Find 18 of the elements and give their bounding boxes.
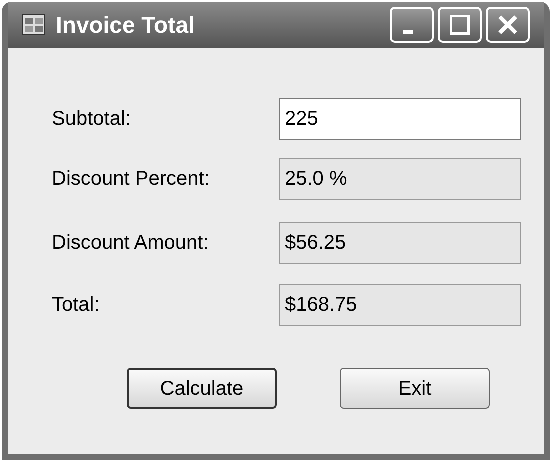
text-field[interactable]: 25.0 %: [279, 158, 521, 200]
field-label: Discount Amount:: [52, 231, 210, 256]
field-label: Subtotal:: [52, 107, 132, 132]
text-field[interactable]: $56.25: [279, 222, 521, 264]
field-label: Total:: [52, 293, 101, 318]
close-button[interactable]: [486, 7, 530, 43]
form-icon: [22, 14, 46, 36]
minimize-button[interactable]: [390, 7, 434, 43]
text-field[interactable]: $168.75: [279, 284, 521, 326]
close-icon: [498, 15, 518, 35]
form-button[interactable]: Calculate: [127, 368, 277, 409]
field-label: Discount Percent:: [52, 167, 211, 192]
window-title: Invoice Total: [56, 10, 196, 40]
text-field[interactable]: 225: [279, 98, 521, 140]
maximize-button[interactable]: [438, 7, 482, 43]
minimize-icon: [403, 30, 413, 34]
maximize-icon: [450, 15, 470, 35]
form-button[interactable]: Exit: [340, 368, 490, 409]
